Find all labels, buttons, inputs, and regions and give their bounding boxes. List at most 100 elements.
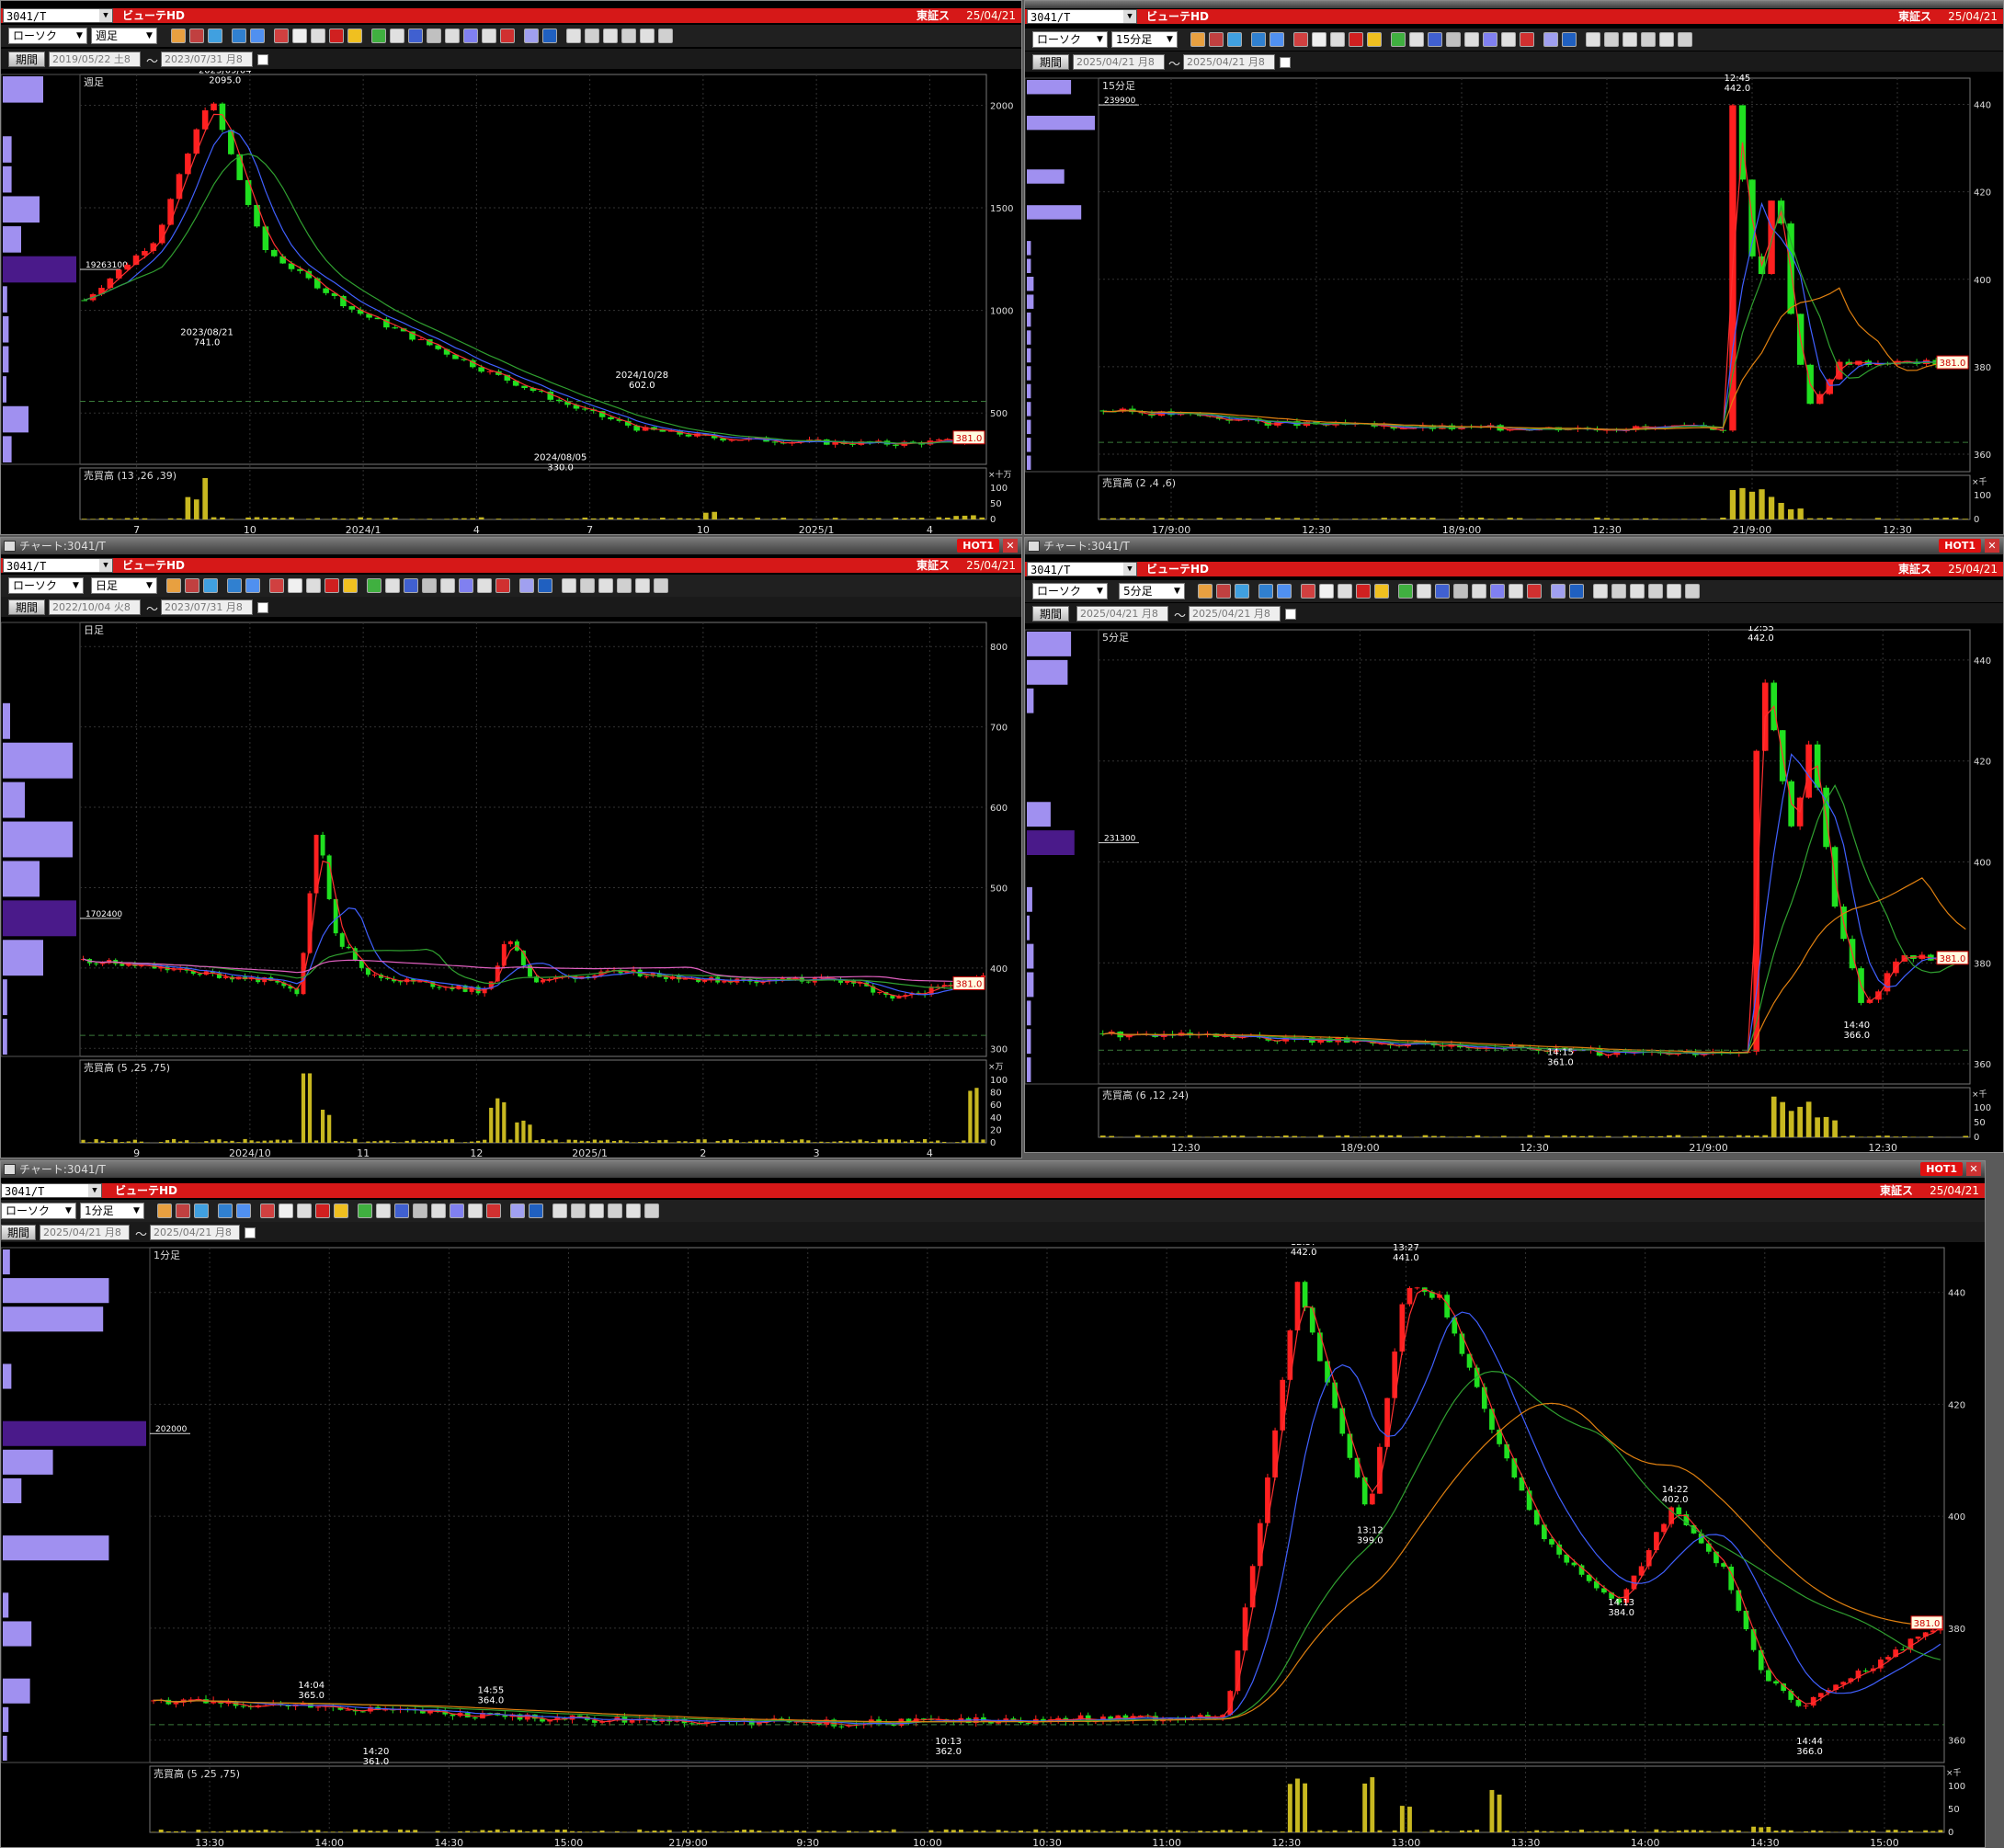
search-icon[interactable] — [1251, 32, 1266, 47]
line-icon[interactable] — [367, 578, 381, 593]
grid6-icon[interactable] — [658, 29, 673, 43]
magnify-icon[interactable] — [288, 578, 302, 593]
paint-icon[interactable] — [176, 1203, 190, 1218]
chart-area[interactable]: 440 420 400 380 360 17/9:00 12:30 18/9:00 12:30 2… — [1025, 74, 2003, 534]
flag-icon[interactable] — [325, 578, 339, 593]
eraser-icon[interactable] — [413, 1203, 427, 1218]
paint-icon[interactable] — [1209, 32, 1224, 47]
list-icon[interactable] — [495, 578, 510, 593]
warning-icon[interactable] — [343, 578, 358, 593]
search-icon[interactable] — [227, 578, 242, 593]
layout-icon[interactable] — [1464, 32, 1479, 47]
layout-icon[interactable] — [1472, 584, 1486, 599]
grid3-icon[interactable] — [1630, 584, 1645, 599]
grid4-icon[interactable] — [621, 29, 636, 43]
grid6-icon[interactable] — [644, 1203, 659, 1218]
layout-icon[interactable] — [431, 1203, 446, 1218]
cursor-icon[interactable] — [1409, 32, 1424, 47]
hot-badge[interactable]: HOT1 — [1920, 1162, 1963, 1176]
period-select[interactable]: 1分足 ▼ — [80, 1203, 144, 1219]
chart-type-select[interactable]: ローソク ▼ — [1, 1203, 76, 1219]
color-icon[interactable] — [166, 578, 181, 593]
table-icon[interactable] — [306, 578, 321, 593]
chevron-down-icon[interactable]: ▼ — [99, 559, 112, 572]
chart-area[interactable]: 800 700 600 500 400 300 9 2024/10 11 12 2025/1 2 3 4 日… — [1, 619, 1021, 1158]
window-icon[interactable] — [236, 1203, 251, 1218]
period-select[interactable]: 日足 ▼ — [91, 577, 157, 594]
warning-icon[interactable] — [347, 29, 362, 43]
draw-icon[interactable] — [1428, 32, 1442, 47]
calc-icon[interactable] — [463, 29, 478, 43]
chevron-down-icon[interactable]: ▼ — [1123, 563, 1136, 576]
draw-icon[interactable] — [404, 578, 418, 593]
period-select[interactable]: 5分足 ▼ — [1119, 583, 1185, 599]
start-date-field[interactable]: 2025/04/21 月8 — [1073, 54, 1165, 70]
grid6-icon[interactable] — [1678, 32, 1692, 47]
grid5-icon[interactable] — [640, 29, 655, 43]
eraser-icon[interactable] — [427, 29, 441, 43]
chevron-down-icon[interactable]: ▼ — [1123, 10, 1136, 23]
period-button[interactable]: 期間 — [1, 1225, 36, 1240]
save-icon[interactable] — [529, 1203, 543, 1218]
list-icon[interactable] — [1527, 584, 1542, 599]
end-date-field[interactable]: 2023/07/31 月8 — [161, 599, 253, 615]
magnify-icon[interactable] — [1312, 32, 1327, 47]
chart-area[interactable]: 440 420 400 380 360 12:30 18/9:00 12:30 21/9:00 1… — [1025, 626, 2003, 1152]
paint-icon[interactable] — [189, 29, 204, 43]
draw-icon[interactable] — [408, 29, 423, 43]
hot-badge[interactable]: HOT1 — [1939, 539, 1981, 553]
end-date-field[interactable]: 2025/04/21 月8 — [150, 1225, 240, 1240]
grid5-icon[interactable] — [1659, 32, 1674, 47]
flag-icon[interactable] — [315, 1203, 330, 1218]
start-date-field[interactable]: 2025/04/21 月8 — [40, 1225, 130, 1240]
close-icon[interactable]: ✕ — [1966, 1162, 1981, 1176]
table-icon[interactable] — [1330, 32, 1345, 47]
end-date-field[interactable]: 2023/07/31 月8 — [161, 51, 253, 67]
grid6-icon[interactable] — [1685, 584, 1700, 599]
period-button[interactable]: 期間 — [1032, 606, 1069, 622]
period-button[interactable]: 期間 — [8, 599, 45, 615]
search-icon[interactable] — [232, 29, 246, 43]
eraser-icon[interactable] — [1453, 584, 1468, 599]
period-button[interactable]: 期間 — [1032, 54, 1069, 70]
chart-type-select[interactable]: ローソク ▼ — [1032, 583, 1108, 599]
cursor-icon[interactable] — [376, 1203, 391, 1218]
range-checkbox[interactable] — [1285, 609, 1296, 620]
symbol-input[interactable]: 3041/T ▼ — [1, 1183, 102, 1198]
grid4-icon[interactable] — [1648, 584, 1663, 599]
range-checkbox[interactable] — [257, 602, 268, 613]
calc-icon[interactable] — [459, 578, 473, 593]
grid5-icon[interactable] — [626, 1203, 641, 1218]
range-checkbox[interactable] — [1280, 57, 1291, 68]
eraser-icon[interactable] — [422, 578, 437, 593]
symbol-input[interactable]: 3041/T ▼ — [3, 8, 113, 23]
period-select[interactable]: 15分足 ▼ — [1111, 31, 1178, 48]
grid3-icon[interactable] — [1623, 32, 1637, 47]
save-icon[interactable] — [542, 29, 557, 43]
grid2-icon[interactable] — [1611, 584, 1626, 599]
end-date-field[interactable]: 2025/04/21 月8 — [1189, 606, 1281, 622]
chart-type-select[interactable]: ローソク ▼ — [8, 577, 84, 594]
line-icon[interactable] — [1398, 584, 1413, 599]
grid4-icon[interactable] — [608, 1203, 622, 1218]
chart-type-select[interactable]: ローソク ▼ — [1032, 31, 1108, 48]
window-icon[interactable] — [1277, 584, 1292, 599]
range-checkbox[interactable] — [245, 1227, 256, 1238]
draw-icon[interactable] — [1435, 584, 1450, 599]
start-date-field[interactable]: 2019/05/22 土8 — [49, 51, 141, 67]
symbol-input[interactable]: 3041/T ▼ — [1027, 562, 1137, 576]
window-icon[interactable] — [245, 578, 260, 593]
range-checkbox[interactable] — [257, 54, 268, 65]
draw-icon[interactable] — [394, 1203, 409, 1218]
symbol-input[interactable]: 3041/T ▼ — [1027, 9, 1137, 24]
num-icon[interactable] — [1501, 32, 1516, 47]
chart-type-select[interactable]: ローソク ▼ — [8, 28, 87, 44]
grid1-icon[interactable] — [562, 578, 576, 593]
color-icon[interactable] — [1198, 584, 1213, 599]
arrow-down-icon[interactable] — [260, 1203, 275, 1218]
grid2-icon[interactable] — [571, 1203, 586, 1218]
calc-icon[interactable] — [1483, 32, 1497, 47]
start-date-field[interactable]: 2025/04/21 月8 — [1076, 606, 1168, 622]
window-icon[interactable] — [1270, 32, 1284, 47]
arrow-down-icon[interactable] — [274, 29, 289, 43]
